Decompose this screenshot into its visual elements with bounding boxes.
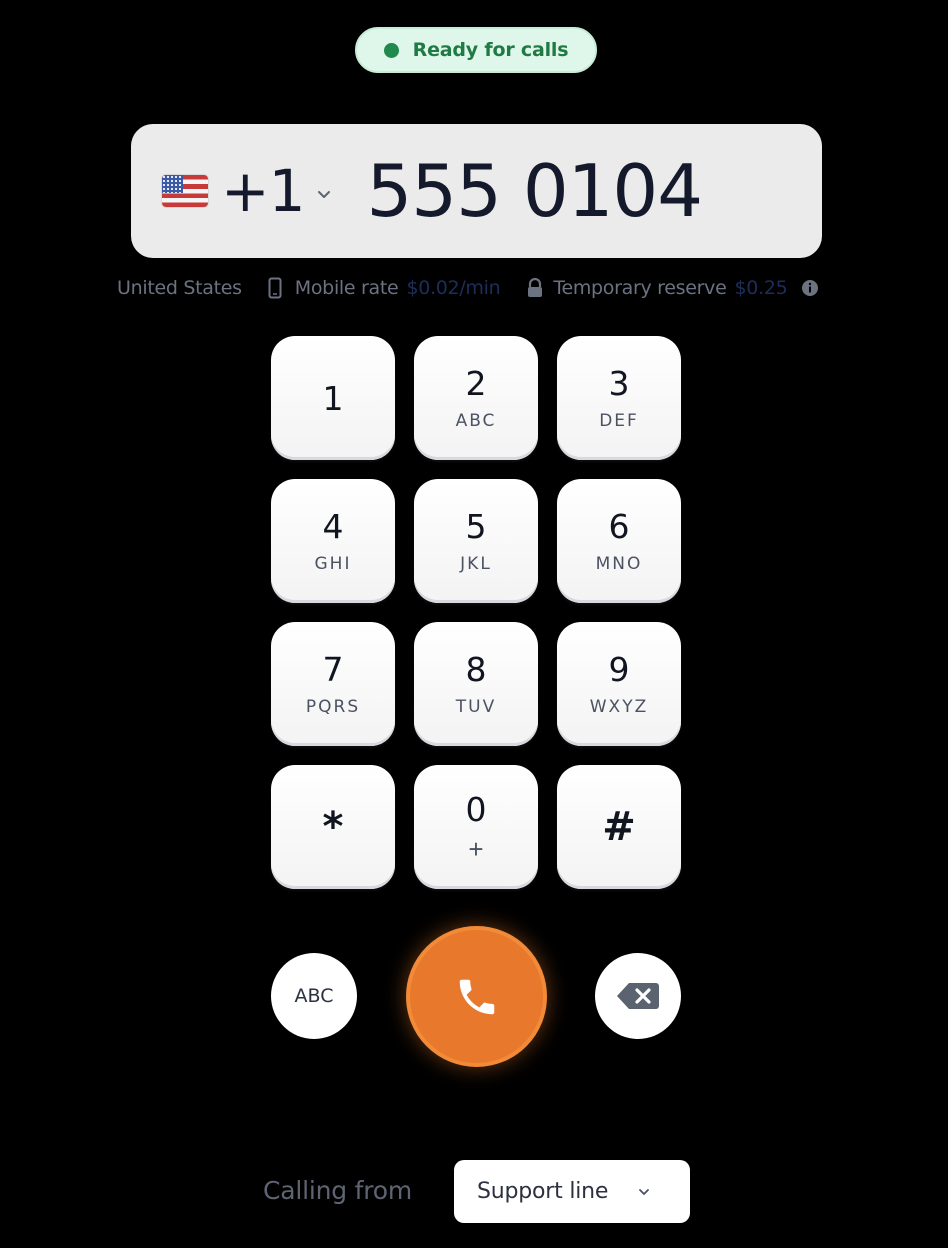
key-letters: GHI <box>314 553 352 574</box>
reserve-label: Temporary reserve <box>553 277 727 299</box>
abc-mode-button[interactable]: ABC <box>271 953 357 1039</box>
key-digit: 3 <box>608 363 630 403</box>
backspace-icon <box>617 983 659 1009</box>
country-name: United States <box>117 277 242 299</box>
key-letters: PQRS <box>305 696 361 717</box>
keypad-key-1[interactable]: 1 <box>271 336 395 460</box>
key-digit: 7 <box>322 649 344 689</box>
key-letters: JKL <box>460 553 492 574</box>
info-icon[interactable] <box>801 279 819 297</box>
keypad-key-0[interactable]: 0 + <box>414 765 538 889</box>
key-letters: ABC <box>455 410 497 431</box>
key-digit: 4 <box>322 506 344 546</box>
key-letters: WXYZ <box>589 696 649 717</box>
key-digit: * <box>322 804 344 850</box>
rate-value: $0.02/min <box>406 277 501 299</box>
keypad-key-hash[interactable]: # <box>557 765 681 889</box>
key-letters: TUV <box>455 696 497 717</box>
key-digit: 1 <box>322 378 344 418</box>
keypad-key-2[interactable]: 2 ABC <box>414 336 538 460</box>
lock-icon <box>528 277 543 297</box>
mobile-phone-icon <box>268 277 282 299</box>
us-flag-icon[interactable] <box>162 175 208 207</box>
status-label: Ready for calls <box>412 39 569 61</box>
caller-line-select[interactable]: Support line <box>454 1160 690 1223</box>
calling-from-label: Calling from <box>263 1176 413 1205</box>
reserve-value: $0.25 <box>734 277 788 299</box>
keypad-key-9[interactable]: 9 WXYZ <box>557 622 681 746</box>
status-dot-icon <box>383 42 399 58</box>
key-letters: + <box>468 833 484 864</box>
phone-number-display[interactable]: +1 555 0104 <box>131 124 822 258</box>
key-digit: # <box>602 804 636 850</box>
keypad-key-3[interactable]: 3 DEF <box>557 336 681 460</box>
call-button[interactable] <box>406 926 547 1067</box>
key-digit: 6 <box>608 506 630 546</box>
rate-label: Mobile rate <box>294 277 399 299</box>
selected-line: Support line <box>477 1179 609 1204</box>
key-letters: MNO <box>595 553 643 574</box>
keypad-key-5[interactable]: 5 JKL <box>414 479 538 603</box>
rate-info-row: United States Mobile rate $0.02/min Temp… <box>117 274 819 302</box>
key-digit: 2 <box>465 363 487 403</box>
backspace-button[interactable] <box>595 953 681 1039</box>
chevron-down-icon <box>639 1188 650 1195</box>
key-digit: 0 <box>465 789 487 829</box>
chevron-down-icon[interactable] <box>315 186 333 204</box>
key-digit: 9 <box>608 649 630 689</box>
keypad-key-star[interactable]: * <box>271 765 395 889</box>
abc-label: ABC <box>294 985 334 1007</box>
keypad-key-6[interactable]: 6 MNO <box>557 479 681 603</box>
keypad-key-7[interactable]: 7 PQRS <box>271 622 395 746</box>
phone-icon <box>459 979 494 1014</box>
phone-number-input[interactable]: 555 0104 <box>367 149 704 233</box>
status-badge: Ready for calls <box>355 27 597 73</box>
key-digit: 8 <box>465 649 487 689</box>
keypad-key-4[interactable]: 4 GHI <box>271 479 395 603</box>
country-code[interactable]: +1 <box>221 157 305 225</box>
key-letters: DEF <box>599 410 639 431</box>
keypad-key-8[interactable]: 8 TUV <box>414 622 538 746</box>
key-digit: 5 <box>465 506 487 546</box>
